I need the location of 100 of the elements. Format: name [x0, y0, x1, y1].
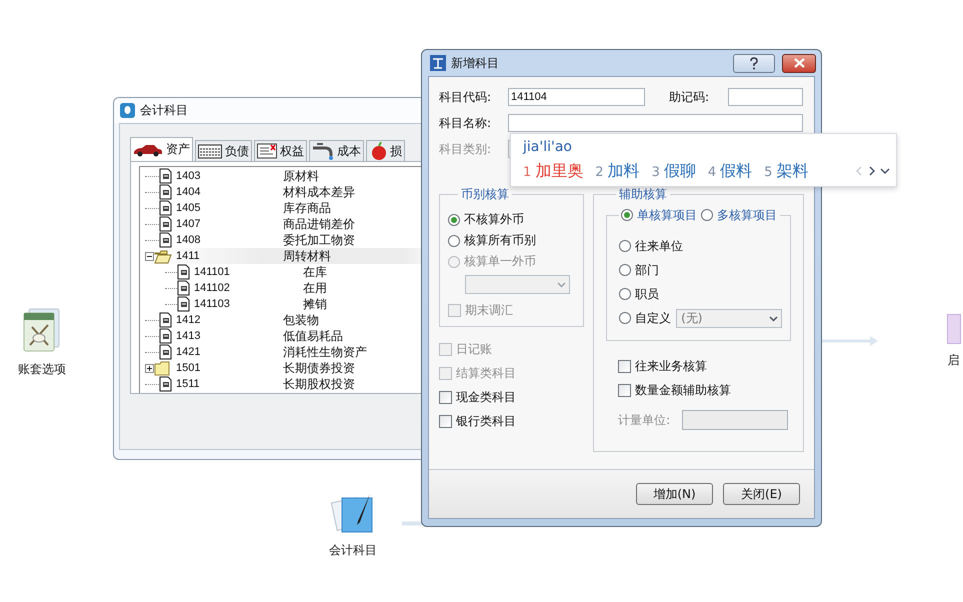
- tree-row[interactable]: 1412 包装物: [140, 312, 430, 328]
- ime-candidate[interactable]: 2 加料: [595, 160, 640, 182]
- folder-icon: [154, 360, 172, 376]
- checkbox[interactable]: [439, 414, 452, 428]
- document-icon: [159, 344, 172, 360]
- checkbox-label: 日记账: [456, 340, 492, 358]
- ime-candidate[interactable]: 3 假聊: [652, 160, 696, 182]
- tree-row[interactable]: 1421 消耗性生物资产: [140, 344, 430, 360]
- document-icon: [159, 216, 172, 232]
- radio-button[interactable]: [619, 288, 632, 300]
- radio-button[interactable]: [619, 312, 632, 324]
- mnemonic-field[interactable]: [728, 88, 803, 106]
- chevron-right-icon[interactable]: [868, 166, 875, 176]
- ime-composition: jia'li'ao: [523, 138, 573, 157]
- apple-icon: [369, 142, 387, 160]
- document-icon: [257, 143, 277, 159]
- radio-label: 自定义: [635, 310, 672, 326]
- checkbox[interactable]: [618, 384, 632, 396]
- tree-row[interactable]: 1501 长期债券投资: [140, 360, 430, 376]
- radio-button[interactable]: [701, 209, 714, 221]
- tab[interactable]: 资产: [130, 137, 193, 161]
- account-name: 低值易耗品: [283, 328, 343, 344]
- document-icon: [159, 184, 172, 200]
- document-icon: [159, 200, 172, 216]
- tab[interactable]: 损: [366, 140, 405, 161]
- group-title: 币别核算: [460, 186, 510, 203]
- checkbox-label: 结算类科目: [456, 364, 516, 382]
- radio-button[interactable]: [619, 264, 632, 276]
- tree-row[interactable]: 1408 委托加工物资: [140, 232, 430, 248]
- name-field[interactable]: [508, 114, 803, 132]
- tab[interactable]: 成本: [309, 140, 364, 161]
- radio-label: 部门: [635, 262, 660, 278]
- collapse-icon[interactable]: [145, 252, 154, 260]
- desktop-icon-label[interactable]: 启: [948, 352, 960, 369]
- custom-select[interactable]: (无): [676, 308, 782, 328]
- ime-candidate[interactable]: 5 架料: [764, 160, 808, 182]
- checkbox-label: 往来业务核算: [635, 358, 708, 374]
- checkbox-label: 现金类科目: [456, 388, 516, 406]
- radio-label: 核算所有币别: [464, 232, 536, 249]
- ime-candidate[interactable]: 1 加里奥: [523, 160, 584, 182]
- account-name: 原材料: [283, 168, 319, 184]
- document-icon: [177, 264, 190, 280]
- tree-row[interactable]: 141101 在库: [140, 264, 430, 280]
- account-name: 周转材料: [283, 248, 331, 264]
- tree-row[interactable]: 1405 库存商品: [140, 200, 430, 216]
- document-icon: [177, 280, 190, 296]
- checkbox-label: 期末调汇: [465, 302, 513, 318]
- checkbox-label: 银行类科目: [456, 412, 516, 430]
- tree-row[interactable]: 141102 在用: [140, 280, 430, 296]
- tree-row[interactable]: 141103 摊销: [140, 296, 430, 312]
- radio-button[interactable]: [448, 214, 460, 226]
- radio-button[interactable]: [619, 240, 632, 252]
- app-icon: [946, 314, 960, 344]
- checkbox[interactable]: [618, 360, 632, 372]
- tree-row[interactable]: 1407 商品进销差价: [140, 216, 430, 232]
- car-icon: [133, 142, 163, 156]
- radio-label: 职员: [635, 286, 660, 302]
- tab[interactable]: 负债: [195, 140, 252, 161]
- tab[interactable]: 权益: [254, 140, 307, 161]
- open-folder-icon: [154, 248, 172, 264]
- dialog-button[interactable]: 增加(N): [636, 483, 713, 505]
- checkbox-label: 数量金额辅助核算: [635, 382, 732, 398]
- help-button[interactable]: [733, 54, 775, 72]
- document-icon: [159, 328, 172, 344]
- tree-row[interactable]: 1413 低值易耗品: [140, 328, 430, 344]
- account-code: 1408: [176, 234, 200, 246]
- account-name: 委托加工物资: [283, 232, 355, 248]
- dialog-button[interactable]: 关闭(E): [723, 483, 800, 505]
- ime-candidate[interactable]: 4 假料: [708, 160, 752, 182]
- account-name: 在库: [303, 264, 327, 280]
- account-name: 材料成本差异: [283, 184, 355, 200]
- desktop-icon-label[interactable]: 会计科目: [329, 542, 377, 559]
- flow-line: [402, 521, 422, 526]
- radio-button[interactable]: [448, 234, 460, 246]
- field-label: 科目代码:: [439, 88, 492, 106]
- code-field[interactable]: 141104: [508, 88, 645, 106]
- tree-row[interactable]: 1403 原材料: [140, 168, 430, 184]
- close-icon: [794, 58, 804, 68]
- radio-label: 多核算项目: [717, 206, 778, 224]
- document-icon: [159, 232, 172, 248]
- account-name: 包装物: [283, 312, 319, 328]
- checkbox[interactable]: [439, 390, 452, 404]
- tree-row[interactable]: 1511 长期股权投资: [140, 376, 430, 392]
- account-name: 库存商品: [283, 200, 331, 216]
- close-button[interactable]: [782, 54, 816, 72]
- account-name: 在用: [303, 280, 327, 296]
- account-code: 1421: [176, 346, 200, 358]
- expand-icon[interactable]: [145, 364, 154, 372]
- tree-row[interactable]: 1404 材料成本差异: [140, 184, 430, 200]
- account-code: 141101: [194, 266, 230, 278]
- faucet-icon: [312, 142, 334, 160]
- account-name: 长期股权投资: [283, 376, 355, 392]
- keyboard-icon: [198, 144, 222, 158]
- document-icon: [159, 168, 172, 184]
- chevron-down-icon[interactable]: [880, 167, 890, 175]
- desktop-icon-label[interactable]: 账套选项: [18, 361, 66, 378]
- field-label: 计量单位:: [618, 412, 672, 428]
- document-icon: [159, 312, 172, 328]
- radio-button[interactable]: [621, 209, 634, 221]
- account-code: 1403: [176, 170, 200, 182]
